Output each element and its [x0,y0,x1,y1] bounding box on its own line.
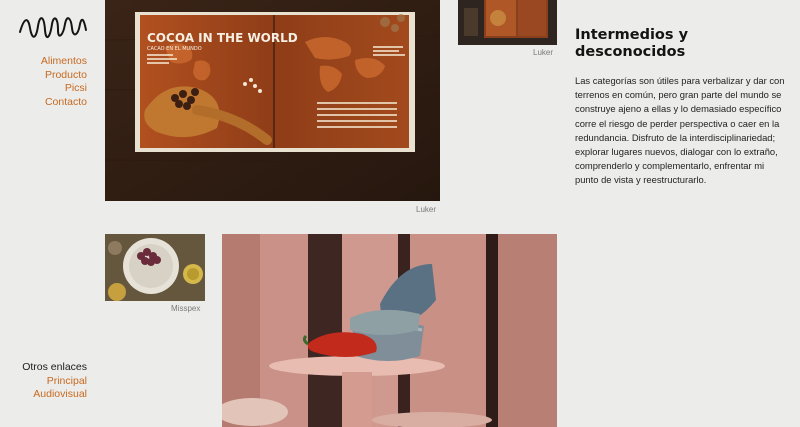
other-links-title: Otros enlaces [22,361,87,373]
scribble-signature-logo[interactable] [18,10,88,46]
nav-link-picsi[interactable]: Picsi [41,82,87,96]
cocoa-book-photo[interactable]: COCOA IN THE WORLD CACAO EN EL MUNDO [105,0,440,201]
article: Intermedios y desconocidos Las categoría… [575,27,790,188]
book-subtitle: CACAO EN EL MUNDO [147,46,202,52]
bowls-illustration [222,234,557,427]
book-title: COCOA IN THE WORLD [147,31,298,45]
plates-photo[interactable] [105,234,205,301]
nav-link-contacto[interactable]: Contacto [41,96,87,110]
cocoa-small-photo[interactable] [458,0,557,45]
other-link-audiovisual[interactable]: Audiovisual [22,388,87,402]
plates-illustration [105,234,205,301]
other-link-principal[interactable]: Principal [22,375,87,389]
other-links: Otros enlaces Principal Audiovisual [22,361,87,402]
cocoa-small-illustration [458,0,557,45]
photo-caption-small: Luker [533,48,554,57]
cocoa-book-illustration: COCOA IN THE WORLD CACAO EN EL MUNDO [105,0,440,201]
photo-caption-plates: Misspex [171,304,201,313]
nav-link-alimentos[interactable]: Alimentos [41,55,87,69]
bowls-photo[interactable] [222,234,557,427]
main-nav: Alimentos Producto Picsi Contacto [41,55,87,109]
article-title: Intermedios y desconocidos [575,27,689,60]
nav-link-producto[interactable]: Producto [41,69,87,83]
photo-caption-cocoa: Luker [416,205,437,214]
article-body: Las categorías son útiles para verbaliza… [575,75,785,186]
